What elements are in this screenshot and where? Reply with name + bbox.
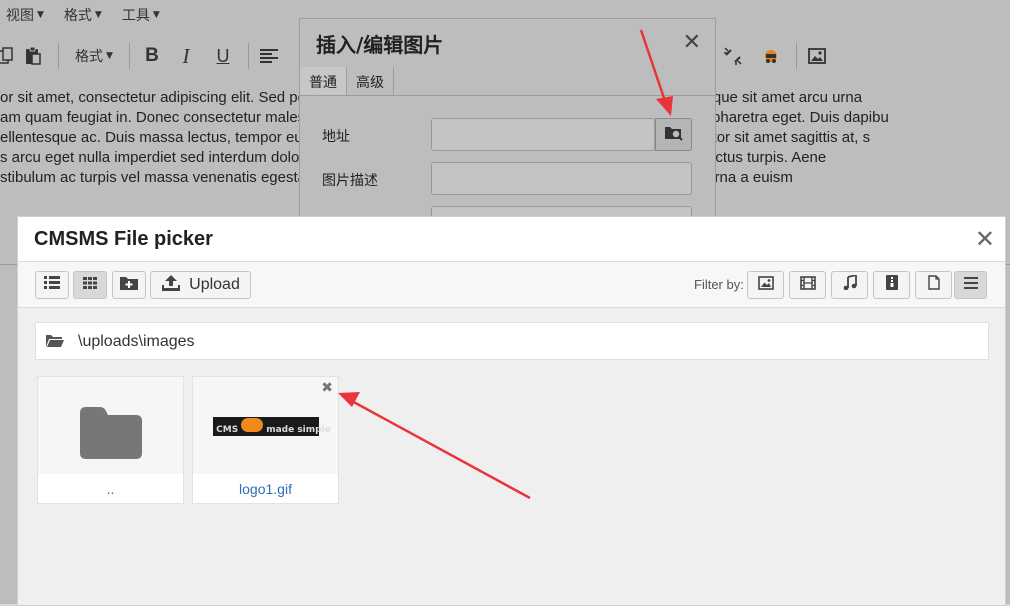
upload-icon xyxy=(161,274,181,297)
list-view-button[interactable] xyxy=(35,271,69,299)
filter-video-button[interactable] xyxy=(789,271,826,299)
close-icon[interactable]: ✕ xyxy=(683,29,701,55)
film-icon xyxy=(799,275,816,295)
tab-general[interactable]: 普通 xyxy=(300,67,347,95)
file-name[interactable]: .. xyxy=(38,481,183,497)
close-icon[interactable]: ✕ xyxy=(975,225,995,254)
file-icon xyxy=(927,275,940,295)
format-dropdown-label: 格式 xyxy=(75,49,104,65)
underline-icon: U xyxy=(216,45,230,66)
archive-icon xyxy=(885,275,898,295)
folder-icon xyxy=(80,407,142,464)
image-icon xyxy=(757,275,774,295)
copy-icon[interactable] xyxy=(0,42,16,70)
dialog-title: 插入/编辑图片 xyxy=(316,33,444,57)
picker-toolbar: Upload Filter by: xyxy=(18,262,1005,308)
bold-button[interactable]: B xyxy=(138,42,166,70)
file-card-logo1[interactable]: CMS made simple ✖ logo1.gif xyxy=(192,376,339,504)
dialog-tabs: 普通 高级 xyxy=(300,67,715,96)
chevron-down-icon: ▼ xyxy=(106,51,113,61)
folder-open-icon xyxy=(46,334,64,353)
breadcrumb: \uploads\images xyxy=(35,322,989,360)
description-input[interactable] xyxy=(431,162,692,195)
italic-icon: I xyxy=(182,43,190,68)
chevron-down-icon: ▼ xyxy=(37,10,44,20)
source-input[interactable] xyxy=(431,118,655,151)
chevron-down-icon: ▼ xyxy=(152,10,160,20)
grid-view-button[interactable] xyxy=(73,271,107,299)
filter-archive-button[interactable] xyxy=(873,271,910,299)
toolbar-divider xyxy=(248,43,249,69)
browse-icon xyxy=(664,123,684,146)
toolbar-divider xyxy=(58,43,59,69)
upload-label: Upload xyxy=(189,276,240,293)
toolbar-divider xyxy=(796,43,797,69)
filter-all-button[interactable] xyxy=(954,271,987,299)
menu-view[interactable]: 视图 ▼ xyxy=(6,5,44,25)
tab-advanced[interactable]: 高级 xyxy=(347,67,394,95)
browse-button[interactable] xyxy=(655,118,692,151)
file-name[interactable]: logo1.gif xyxy=(193,481,338,497)
description-label: 图片描述 xyxy=(322,173,378,189)
delete-icon[interactable]: ✖ xyxy=(321,379,333,396)
file-thumbnail: CMS made simple xyxy=(193,377,338,474)
list-icon xyxy=(44,276,60,294)
grid-icon xyxy=(83,276,97,294)
filter-documents-button[interactable] xyxy=(915,271,952,299)
image-icon[interactable] xyxy=(804,42,830,70)
folder-plus-icon xyxy=(120,275,138,295)
filter-label: Filter by: xyxy=(694,277,744,292)
toolbar-divider xyxy=(129,43,130,69)
source-label: 地址 xyxy=(322,129,350,145)
filter-audio-button[interactable] xyxy=(831,271,868,299)
logo-thumbnail: CMS made simple xyxy=(213,417,331,436)
current-path: \uploads\images xyxy=(78,333,195,350)
picker-header: CMSMS File picker ✕ xyxy=(18,217,1005,262)
italic-button[interactable]: I xyxy=(166,42,206,70)
menu-format[interactable]: 格式 ▼ xyxy=(64,5,102,25)
new-folder-button[interactable] xyxy=(112,271,146,299)
unlink-icon[interactable] xyxy=(720,42,746,70)
picker-title: CMSMS File picker xyxy=(34,228,213,250)
anchor-icon[interactable] xyxy=(758,42,784,70)
paste-icon[interactable] xyxy=(16,42,50,70)
underline-button[interactable]: U xyxy=(206,42,240,70)
format-dropdown[interactable]: 格式 ▼ xyxy=(67,42,121,70)
upload-button[interactable]: Upload xyxy=(150,271,251,299)
filter-images-button[interactable] xyxy=(747,271,784,299)
menu-view-label: 视图 xyxy=(6,8,34,24)
file-picker-modal: CMSMS File picker ✕ Upload Filter by: \u… xyxy=(17,216,1006,606)
menu-tools[interactable]: 工具 ▼ xyxy=(122,5,160,25)
bold-icon: B xyxy=(145,45,159,66)
folder-up-card[interactable]: .. xyxy=(37,376,184,504)
menu-icon xyxy=(963,276,978,294)
music-icon xyxy=(843,273,857,295)
menu-tools-label: 工具 xyxy=(121,8,150,24)
file-thumbnail xyxy=(38,377,183,474)
logo-image-text: CMS made simple xyxy=(213,418,331,435)
align-left-icon[interactable] xyxy=(257,42,281,70)
chevron-down-icon: ▼ xyxy=(94,10,102,20)
menu-format-label: 格式 xyxy=(63,8,92,24)
